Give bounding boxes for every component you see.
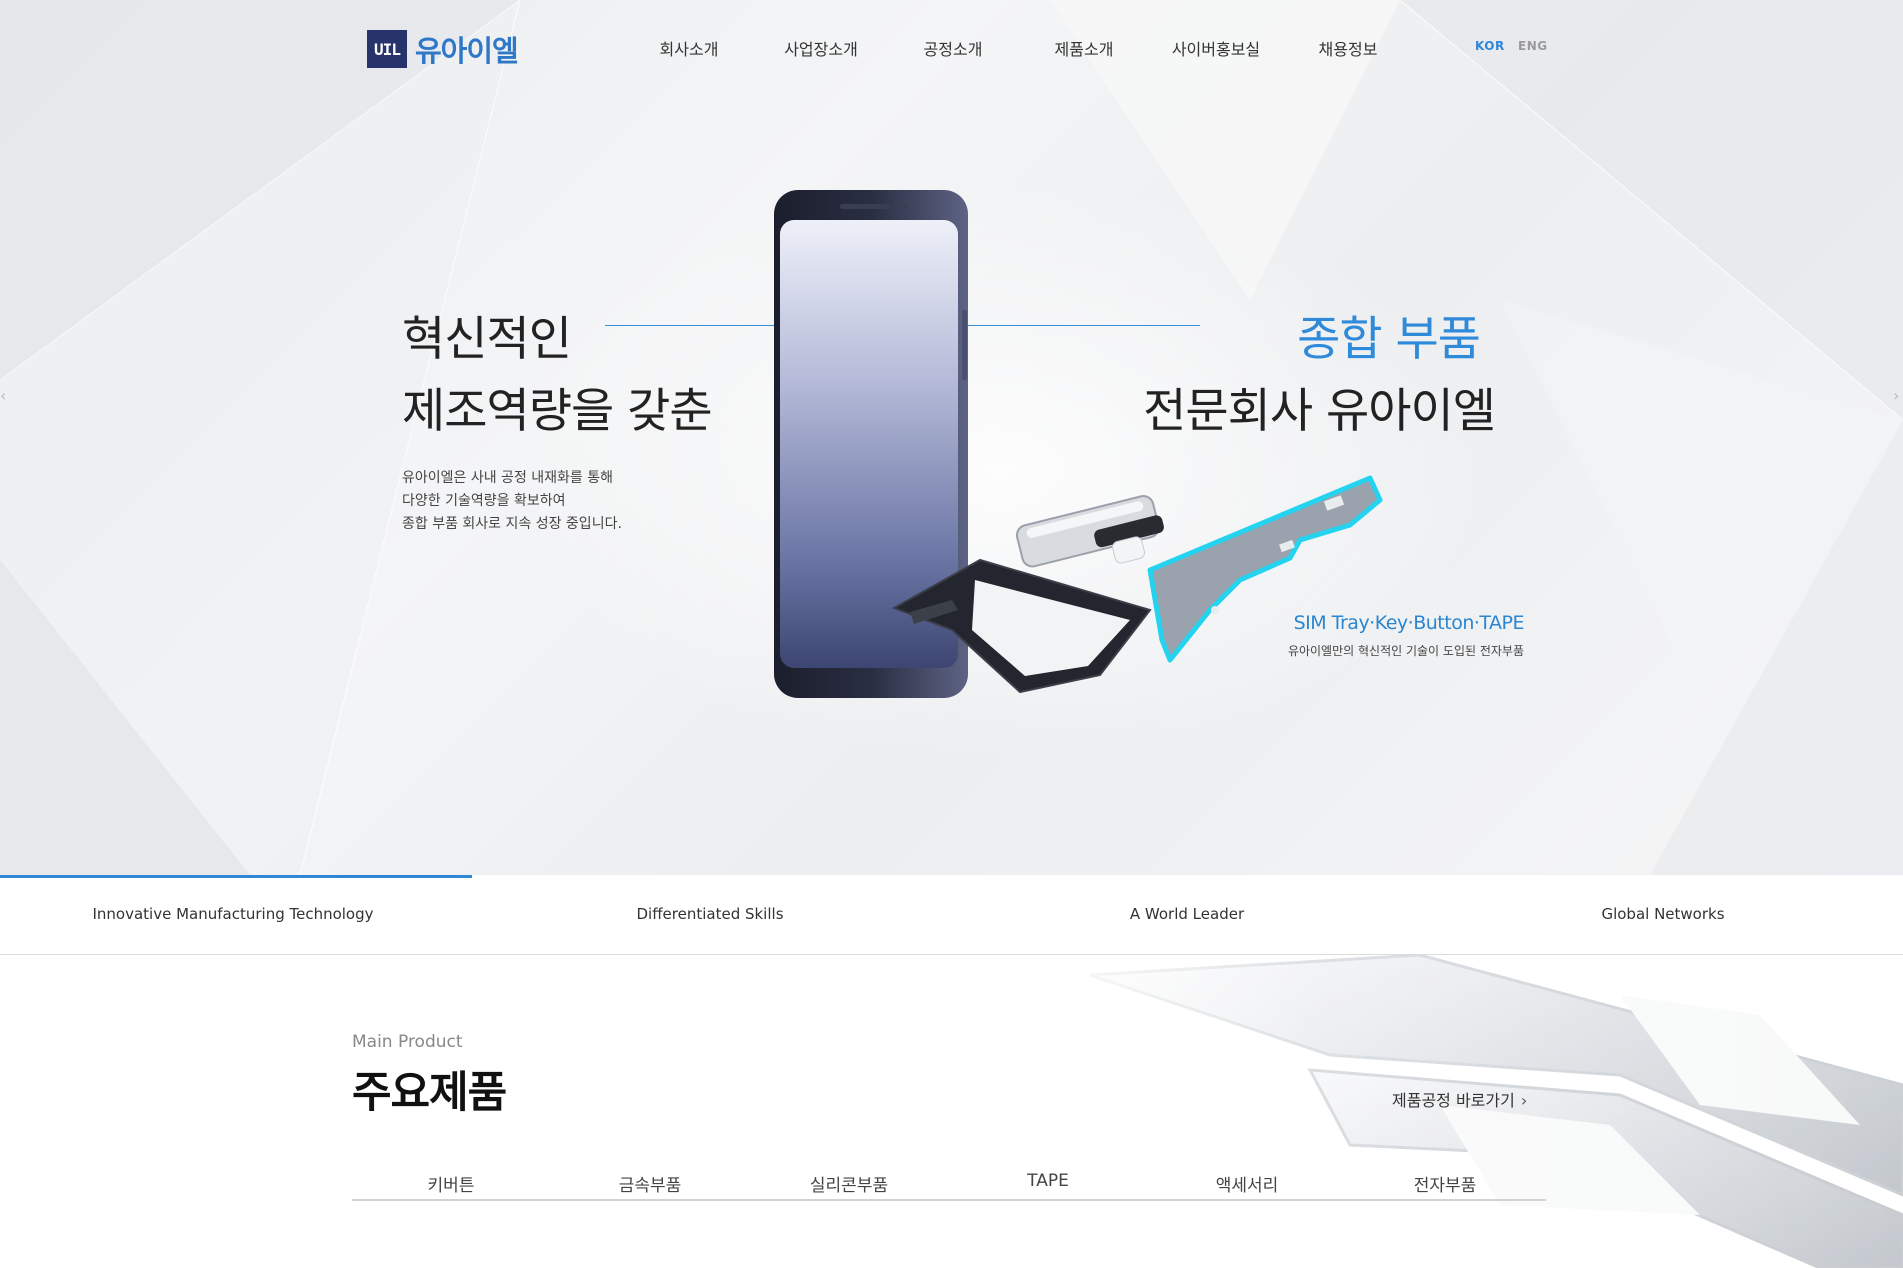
product-tab-silicone-parts[interactable]: 실리콘부품 (810, 1171, 888, 1196)
nav-item-process[interactable]: 공정소개 (924, 36, 983, 60)
slide-tab-global-networks[interactable]: Global Networks (1601, 905, 1724, 923)
nav-item-careers[interactable]: 채용정보 (1319, 36, 1378, 60)
product-subcaption: 유아이엘만의 혁신적인 기술이 도입된 전자부품 (1287, 644, 1524, 658)
hero-intro-text: 유아이엘은 사내 공정 내재화를 통해 다양한 기술역량을 확보하여 종합 부품… (402, 467, 622, 536)
main-product-section: Main Product 주요제품 제품공정 바로가기 › 키버튼 금속부품 실리… (0, 955, 1903, 1268)
nav-item-pr-room[interactable]: 사이버홍보실 (1172, 36, 1260, 60)
slider-prev-arrow[interactable]: ‹ (0, 388, 10, 404)
hero-headline-left-1: 혁신적인 (402, 312, 572, 367)
product-tab-metal-parts[interactable]: 금속부품 (619, 1171, 682, 1196)
hero-headline-left-2: 제조역량을 갖춘 (402, 384, 713, 439)
section-title: 주요제품 (352, 1068, 507, 1118)
hero-slide-tabs: Innovative Manufacturing Technology Diff… (0, 875, 1903, 955)
hero-intro-line: 종합 부품 회사로 지속 성장 중입니다. (402, 516, 622, 532)
components-image (891, 475, 1383, 694)
product-tab-electronic-parts[interactable]: 전자부품 (1414, 1171, 1477, 1196)
nav-item-sites[interactable]: 사업장소개 (784, 36, 858, 60)
hero-intro-line: 다양한 기술역량을 확보하여 (402, 493, 566, 509)
lang-kor-button[interactable]: KOR (1475, 39, 1505, 53)
hero-headline-right-1: 종합 부품 (1297, 312, 1481, 367)
section-eyebrow: Main Product (352, 1032, 463, 1052)
product-tab-accessories[interactable]: 액세서리 (1216, 1171, 1279, 1196)
product-tab-tape[interactable]: TAPE (1027, 1171, 1069, 1191)
sim-tray-background-image (1000, 955, 1903, 1268)
nav-item-company[interactable]: 회사소개 (660, 36, 719, 60)
product-tab-key-button[interactable]: 키버튼 (428, 1171, 475, 1196)
product-caption: SIM Tray·Key·Button·TAPE (1293, 612, 1525, 634)
hero-intro-line: 유아이엘은 사내 공정 내재화를 통해 (402, 470, 613, 486)
process-shortcut-link[interactable]: 제품공정 바로가기 › (1392, 1087, 1527, 1111)
slide-tab-differentiated[interactable]: Differentiated Skills (636, 905, 783, 923)
lang-eng-button[interactable]: ENG (1518, 39, 1548, 53)
hero-connector-line-left (605, 325, 777, 326)
chevron-right-icon: › (1520, 1091, 1528, 1110)
site-header: UIL 유아이엘 회사소개 사업장소개 공정소개 제품소개 사이버홍보실 채용정… (0, 0, 1903, 100)
hero-connector-line-right (965, 325, 1200, 326)
slider-next-arrow[interactable]: › (1893, 388, 1903, 404)
slide-tab-world-leader[interactable]: A World Leader (1130, 905, 1244, 923)
hero-banner: UIL 유아이엘 회사소개 사업장소개 공정소개 제품소개 사이버홍보실 채용정… (0, 0, 1903, 875)
logo-text: 유아이엘 (415, 34, 519, 68)
active-slide-indicator (0, 875, 472, 878)
hero-headline-right-2: 전문회사 유아이엘 (1143, 384, 1496, 439)
logo-mark: UIL (367, 30, 407, 68)
product-category-tabs: 키버튼 금속부품 실리콘부품 TAPE 액세서리 전자부품 (352, 1155, 1546, 1201)
slide-tab-innovative[interactable]: Innovative Manufacturing Technology (92, 905, 373, 923)
site-logo[interactable]: UIL 유아이엘 (367, 28, 519, 70)
nav-item-products[interactable]: 제품소개 (1055, 36, 1114, 60)
process-link-label: 제품공정 바로가기 (1392, 1091, 1515, 1110)
